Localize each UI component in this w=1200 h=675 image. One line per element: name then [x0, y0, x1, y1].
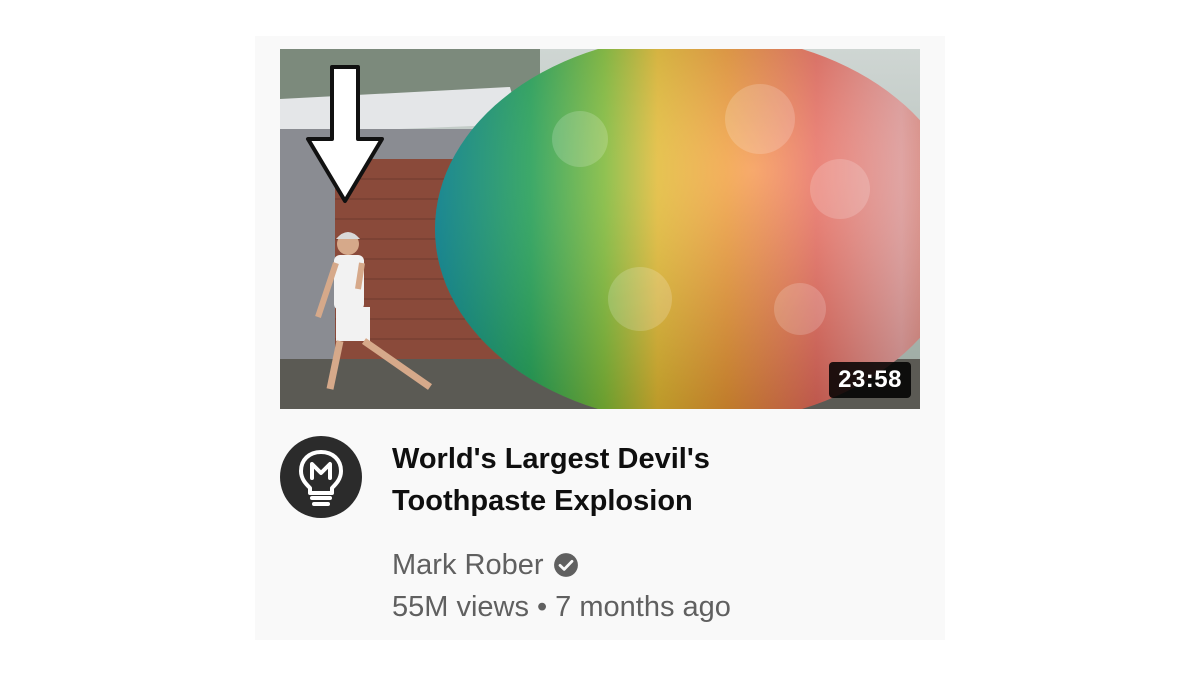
video-title-line-1: World's Largest Devil's — [392, 443, 710, 475]
view-count: 55M views — [392, 591, 529, 623]
video-title[interactable]: World's Largest Devil's Toothpaste Explo… — [392, 438, 912, 522]
thumbnail-image — [280, 49, 920, 409]
video-thumbnail[interactable]: 23:58 — [280, 49, 920, 409]
video-meta: World's Largest Devil's Toothpaste Explo… — [392, 438, 912, 626]
video-card[interactable]: 23:58 World's Largest Devil's Toothpaste… — [255, 36, 945, 640]
video-title-line-2: Toothpaste Explosion — [392, 485, 693, 517]
channel-avatar[interactable] — [280, 436, 362, 518]
video-stats: 55M views • 7 months ago — [392, 588, 912, 626]
separator-dot: • — [537, 591, 548, 623]
duration-badge: 23:58 — [829, 362, 911, 398]
channel-name[interactable]: Mark Rober — [392, 549, 544, 582]
upload-age: 7 months ago — [555, 591, 731, 623]
verified-check-icon — [553, 553, 578, 577]
channel-row: Mark Rober — [392, 546, 912, 584]
lightbulb-logo-icon — [299, 450, 343, 506]
